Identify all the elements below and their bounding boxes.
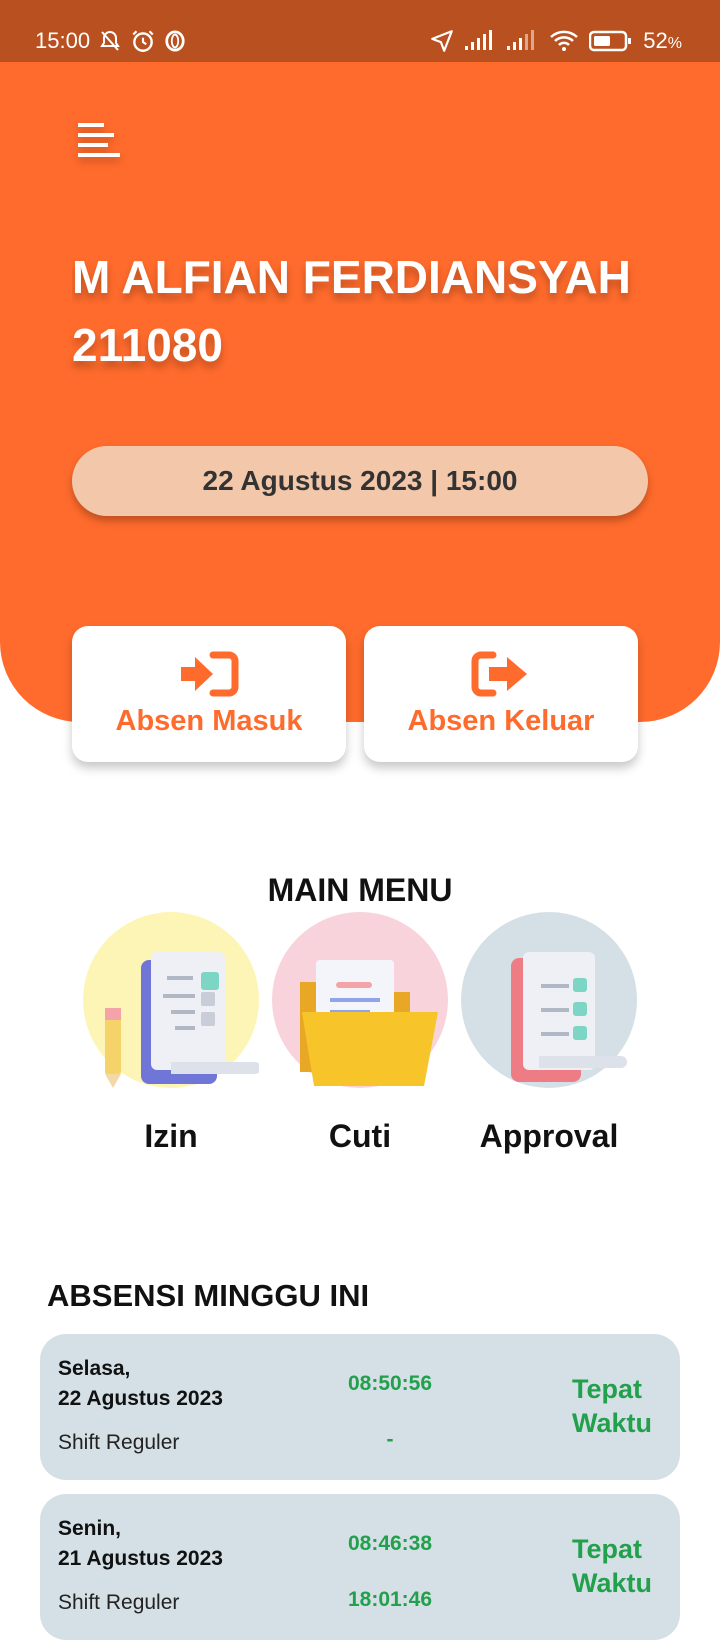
menu-item-izin[interactable]: Izin xyxy=(81,912,261,1155)
battery-unit: % xyxy=(667,35,682,52)
opera-icon xyxy=(165,30,185,52)
record-status-line2: Waktu xyxy=(572,1568,652,1598)
record-status-line1: Tepat xyxy=(572,1534,643,1564)
weekly-attendance-title: ABSENSI MINGGU INI xyxy=(47,1278,370,1313)
main-menu-title: MAIN MENU xyxy=(267,872,453,908)
record-time-out: 18:01:46 xyxy=(347,1588,433,1611)
record-day: Selasa, 22 Agustus 2023 xyxy=(58,1354,223,1414)
record-status: Tepat Waktu xyxy=(572,1532,652,1600)
record-status: Tepat Waktu xyxy=(572,1372,652,1440)
wifi-icon xyxy=(550,30,579,51)
user-id: 211080 xyxy=(72,319,223,371)
record-date: 22 Agustus 2023 xyxy=(58,1387,223,1410)
menu-label-cuti: Cuti xyxy=(328,1118,392,1154)
menu-item-cuti[interactable]: Cuti xyxy=(270,912,450,1155)
battery-level: 52% xyxy=(643,28,682,54)
attendance-record-card[interactable]: Selasa, 22 Agustus 2023 Shift Reguler 08… xyxy=(40,1334,680,1480)
datetime-pill: 22 Agustus 2023 | 15:00 xyxy=(72,446,648,516)
user-name: M ALFIAN FERDIANSYAH xyxy=(72,251,631,303)
menu-circle-approval xyxy=(461,912,637,1088)
clock-in-button[interactable]: Absen Masuk xyxy=(72,626,346,762)
location-icon xyxy=(431,30,454,52)
record-time-out: - xyxy=(386,1428,394,1451)
record-weekday: Selasa, xyxy=(58,1357,131,1380)
record-status-line1: Tepat xyxy=(572,1374,643,1404)
menu-circle-cuti xyxy=(272,912,448,1088)
signal-icon xyxy=(465,30,493,50)
record-time-in: 08:50:56 xyxy=(347,1372,433,1395)
record-weekday: Senin, xyxy=(58,1517,122,1540)
status-bar: 15:00 52% xyxy=(0,0,720,62)
clock-in-label: Absen Masuk xyxy=(115,704,303,737)
record-time-in: 08:46:38 xyxy=(347,1532,433,1555)
attendance-record-card[interactable]: Senin, 21 Agustus 2023 Shift Reguler 08:… xyxy=(40,1494,680,1640)
record-shift: Shift Reguler xyxy=(58,1431,180,1454)
leave-folder-icon xyxy=(300,960,438,1086)
record-status-line2: Waktu xyxy=(572,1408,652,1438)
record-day: Senin, 21 Agustus 2023 xyxy=(58,1514,223,1574)
permission-document-icon xyxy=(105,952,259,1088)
record-date: 21 Agustus 2023 xyxy=(58,1547,223,1570)
clock-out-button[interactable]: Absen Keluar xyxy=(364,626,638,762)
menu-item-approval[interactable]: Approval xyxy=(459,912,639,1155)
approval-checklist-icon xyxy=(511,952,627,1082)
menu-circle-izin xyxy=(83,912,259,1088)
status-bar-right: 52% xyxy=(429,28,682,54)
status-bar-left: 15:00 xyxy=(35,28,186,54)
clock-out-label: Absen Keluar xyxy=(407,704,595,737)
signal-icon xyxy=(507,30,535,50)
battery-icon xyxy=(589,30,632,52)
mute-alarm-icon xyxy=(100,30,120,51)
status-time: 15:00 xyxy=(35,28,91,53)
current-datetime: 22 Agustus 2023 | 15:00 xyxy=(202,465,518,496)
record-shift: Shift Reguler xyxy=(58,1591,180,1614)
alarm-clock-icon xyxy=(132,30,154,52)
hamburger-menu-icon[interactable] xyxy=(78,123,120,165)
sign-out-icon xyxy=(471,651,527,696)
sign-in-icon xyxy=(181,651,239,696)
menu-label-approval: Approval xyxy=(479,1118,619,1154)
battery-percent: 52 xyxy=(643,28,668,53)
menu-label-izin: Izin xyxy=(144,1118,198,1154)
